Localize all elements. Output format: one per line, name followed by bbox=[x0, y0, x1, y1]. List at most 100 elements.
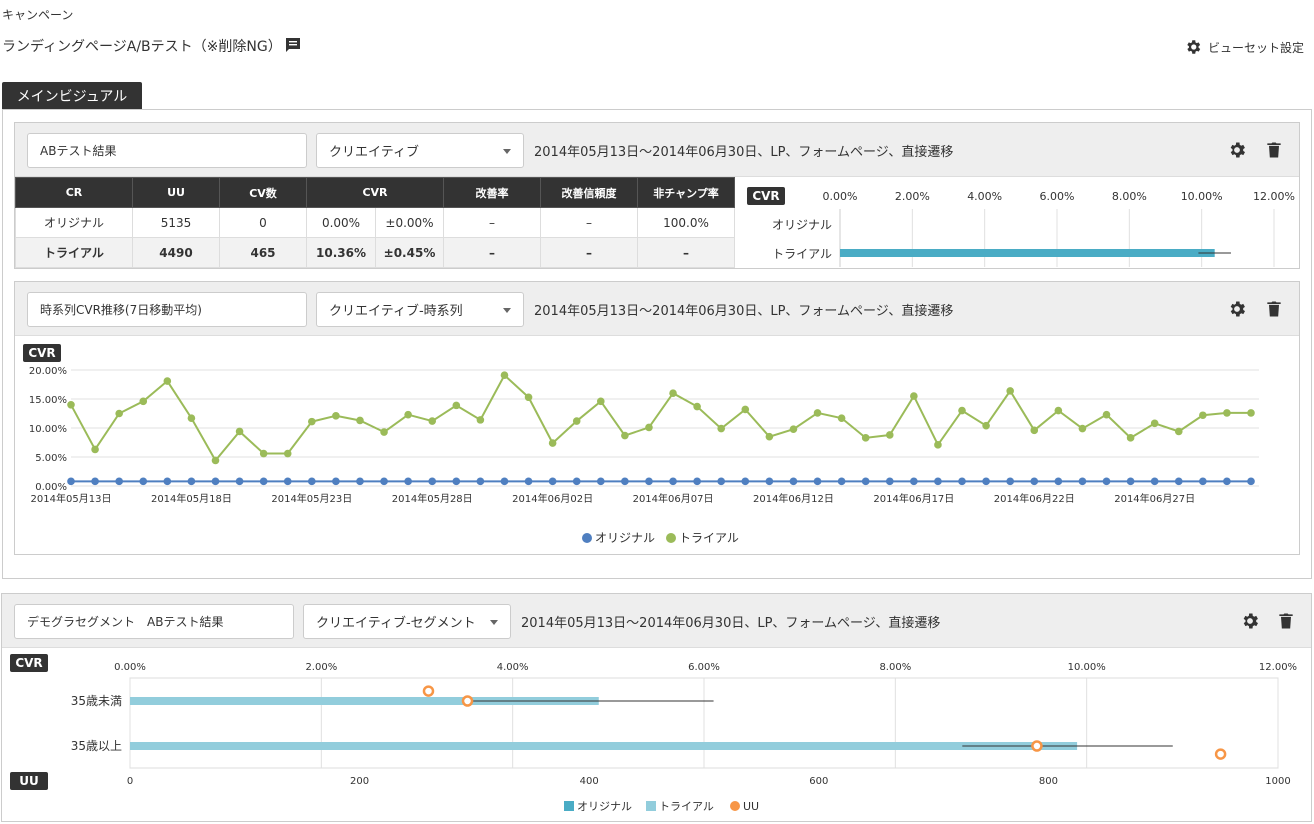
data-point bbox=[621, 431, 629, 440]
data-point bbox=[91, 477, 99, 486]
data-point bbox=[596, 397, 605, 406]
panel-name-input[interactable]: ABテスト結果 bbox=[27, 133, 307, 168]
data-point bbox=[813, 409, 822, 417]
data-point bbox=[741, 477, 750, 486]
trash-icon[interactable] bbox=[1264, 140, 1284, 160]
data-point bbox=[1247, 477, 1255, 486]
select-value: クリエイティブ bbox=[329, 145, 419, 160]
data-point bbox=[67, 477, 75, 486]
cell-improvement: – bbox=[443, 207, 541, 238]
x-tick-label: 2014年06月07日 bbox=[633, 492, 714, 505]
category-label: オリジナル bbox=[772, 218, 832, 232]
data-point bbox=[1054, 477, 1063, 486]
x-tick-label: 4.00% bbox=[497, 662, 529, 673]
y-tick-label: 15.00% bbox=[29, 395, 67, 406]
gear-icon[interactable] bbox=[1227, 299, 1247, 319]
x-tick-label: 2014年06月12日 bbox=[753, 492, 834, 505]
col-nonchamp: 非チャンプ率 bbox=[637, 177, 735, 208]
x-tick-label: 2.00% bbox=[305, 662, 337, 673]
legend-label: オリジナル bbox=[595, 531, 655, 545]
legend-label: トライアル bbox=[659, 800, 714, 813]
data-point bbox=[404, 410, 412, 419]
data-point bbox=[476, 416, 485, 424]
panel-timeseries: 時系列CVR推移(7日移動平均) クリエイティブ-時系列 2014年05月13日… bbox=[14, 281, 1300, 555]
col-improvement: 改善率 bbox=[443, 177, 541, 208]
table-row: トライアル 4490 465 10.36% ±0.45% – – – bbox=[15, 237, 735, 268]
trash-icon[interactable] bbox=[1276, 611, 1296, 631]
legend-marker bbox=[730, 801, 740, 811]
gear-icon[interactable] bbox=[1240, 611, 1260, 631]
cell-cr: オリジナル bbox=[15, 207, 133, 238]
series-line bbox=[70, 373, 1251, 463]
condition-text: 2014年05月13日〜2014年06月30日、LP、フォームページ、直接遷移 bbox=[534, 145, 954, 160]
data-point bbox=[1223, 477, 1231, 486]
data-point bbox=[259, 449, 268, 458]
trash-icon[interactable] bbox=[1264, 299, 1284, 319]
bar bbox=[840, 249, 1215, 257]
legend-marker bbox=[666, 533, 676, 543]
cell-cvr: 0.00% bbox=[306, 207, 376, 238]
uu-point bbox=[422, 685, 435, 697]
bar bbox=[130, 742, 1078, 750]
cvr-line-chart: CVR 0.00% 5.00% 10.00% 15.00% 20.00% 2014年05月… bbox=[23, 344, 1259, 545]
data-point bbox=[934, 477, 942, 486]
gear-icon[interactable] bbox=[1227, 140, 1247, 160]
data-point bbox=[861, 477, 870, 486]
legend-marker bbox=[582, 533, 592, 543]
creative-segment-select[interactable]: クリエイティブ-セグメント bbox=[303, 604, 511, 639]
cell-cvr-pm: ±0.45% bbox=[375, 237, 444, 268]
data-point bbox=[332, 477, 340, 486]
data-point bbox=[283, 449, 292, 458]
table-row: オリジナル 5135 0 0.00% ±0.00% – – 100.0% bbox=[15, 207, 735, 238]
data-point bbox=[669, 389, 677, 397]
data-point bbox=[1006, 387, 1014, 395]
data-point bbox=[1247, 409, 1255, 417]
data-point bbox=[717, 424, 726, 433]
data-point bbox=[789, 477, 798, 486]
cell-cv: 465 bbox=[219, 237, 307, 268]
cell-uu: 4490 bbox=[132, 237, 220, 268]
data-point bbox=[1054, 406, 1063, 415]
x-tick-label: 0.00% bbox=[823, 190, 858, 203]
creative-select[interactable]: クリエイティブ bbox=[316, 133, 524, 168]
data-point bbox=[332, 412, 340, 420]
col-cv: CV数 bbox=[219, 177, 307, 208]
y-tick-label: 20.00% bbox=[29, 366, 67, 377]
data-point bbox=[115, 409, 123, 418]
comment-icon[interactable] bbox=[284, 36, 302, 54]
tab-main-visual[interactable]: メインビジュアル bbox=[2, 82, 142, 109]
data-point bbox=[958, 406, 966, 415]
legend-label: オリジナル bbox=[577, 800, 632, 813]
x-tick-label: 8.00% bbox=[879, 662, 911, 673]
data-point bbox=[1102, 410, 1111, 419]
uu-tick-label: 200 bbox=[350, 776, 369, 787]
cell-nonchamp: 100.0% bbox=[637, 207, 735, 238]
data-point bbox=[861, 434, 870, 442]
data-point bbox=[669, 477, 677, 486]
data-point bbox=[1199, 411, 1207, 420]
data-point bbox=[548, 439, 557, 447]
creative-timeseries-select[interactable]: クリエイティブ-時系列 bbox=[316, 292, 524, 327]
data-point bbox=[428, 477, 437, 486]
cell-confidence: – bbox=[540, 207, 638, 238]
panel-name-input[interactable]: 時系列CVR推移(7日移動平均) bbox=[27, 292, 307, 327]
data-point bbox=[524, 477, 533, 486]
x-tick-label: 2.00% bbox=[895, 190, 930, 203]
result-table: CR UU CV数 CVR 改善率 改善信頼度 非チャンプ率 オリジナル 513… bbox=[15, 177, 735, 268]
view-setting-button[interactable]: ビューセット設定 bbox=[1184, 38, 1304, 56]
cell-cvr: 10.36% bbox=[306, 237, 376, 268]
data-point bbox=[1102, 477, 1111, 486]
uu-tag-label: UU bbox=[19, 774, 39, 788]
data-point bbox=[1174, 477, 1183, 486]
data-point bbox=[91, 445, 99, 454]
data-point bbox=[1126, 434, 1135, 442]
breadcrumb[interactable]: キャンペーン bbox=[2, 6, 73, 23]
data-point bbox=[645, 477, 653, 486]
data-point bbox=[380, 428, 388, 436]
x-tick-label: 4.00% bbox=[967, 190, 1002, 203]
data-point bbox=[187, 477, 196, 486]
panel-name-input[interactable]: デモグラセグメント ABテスト結果 bbox=[14, 604, 294, 639]
legend-marker bbox=[646, 801, 656, 811]
cell-nonchamp: – bbox=[637, 237, 735, 268]
data-point bbox=[910, 477, 918, 486]
